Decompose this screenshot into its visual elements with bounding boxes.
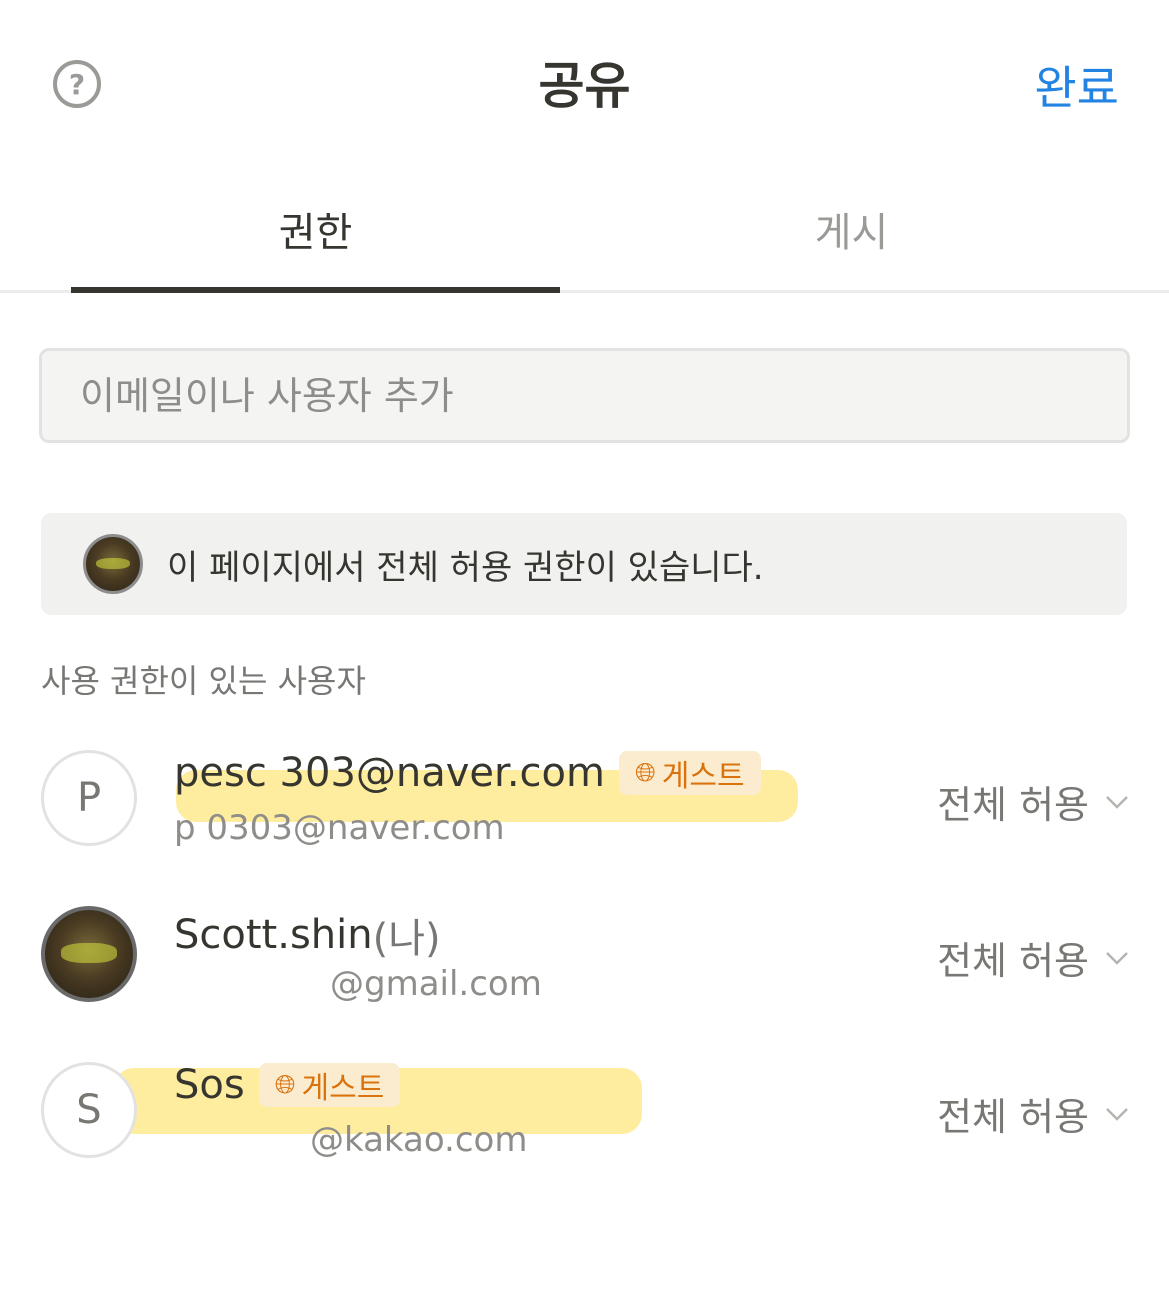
tab-permissions[interactable]: 권한: [71, 200, 560, 258]
active-tab-indicator: [71, 287, 560, 293]
globe-icon: 🌐︎: [274, 1069, 296, 1100]
me-label: (나): [372, 916, 441, 962]
share-panel: ? 공유 완료 권한 게시 이 페이지에서 전체 허용 권한이 있습니다. 사용…: [0, 0, 1169, 1304]
role-label: 전체 허용: [937, 939, 1089, 983]
user-name: pesc 303@naver.com 🌐︎ 게스트: [174, 750, 761, 796]
section-label: 사용 권한이 있는 사용자: [41, 662, 366, 700]
user-row[interactable]: Scott.shin (나) @gmail.com 전체 허용: [0, 894, 1169, 1024]
invite-input[interactable]: [39, 348, 1130, 443]
guest-badge: 🌐︎ 게스트: [618, 751, 761, 795]
role-dropdown[interactable]: 전체 허용: [937, 1086, 1129, 1141]
done-button[interactable]: 완료: [1034, 52, 1119, 118]
avatar: [83, 534, 143, 594]
role-dropdown[interactable]: 전체 허용: [937, 774, 1129, 829]
chevron-down-icon: [1106, 795, 1128, 809]
chevron-down-icon: [1106, 951, 1128, 965]
user-name-text: Scott.shin: [174, 912, 373, 958]
user-name-text: pesc 303@naver.com: [174, 750, 605, 796]
user-row[interactable]: P pesc 303@naver.com 🌐︎ 게스트 p 0303@naver…: [0, 738, 1169, 868]
user-email: @gmail.com: [330, 964, 542, 1004]
user-name: Sos 🌐︎ 게스트: [174, 1062, 401, 1108]
tab-publish[interactable]: 게시: [607, 200, 1096, 258]
user-email: p 0303@naver.com: [174, 808, 505, 848]
chevron-down-icon: [1106, 1107, 1128, 1121]
role-dropdown[interactable]: 전체 허용: [937, 930, 1129, 985]
user-email: @kakao.com: [310, 1120, 528, 1160]
avatar: [41, 906, 137, 1002]
avatar: P: [41, 750, 137, 846]
notice-text: 이 페이지에서 전체 허용 권한이 있습니다.: [167, 547, 764, 588]
role-label: 전체 허용: [937, 1095, 1089, 1139]
globe-icon: 🌐︎: [634, 757, 656, 788]
guest-badge-label: 게스트: [661, 759, 745, 794]
user-row[interactable]: S Sos 🌐︎ 게스트 @kakao.com 전체 허용: [0, 1050, 1169, 1180]
user-name-text: Sos: [174, 1062, 245, 1108]
guest-badge: 🌐︎ 게스트: [258, 1063, 401, 1107]
role-label: 전체 허용: [937, 783, 1089, 827]
guest-badge-label: 게스트: [301, 1071, 385, 1106]
permission-notice: 이 페이지에서 전체 허용 권한이 있습니다.: [41, 513, 1127, 615]
user-name: Scott.shin (나): [174, 906, 441, 964]
avatar: S: [41, 1062, 137, 1158]
page-title: 공유: [538, 57, 631, 115]
